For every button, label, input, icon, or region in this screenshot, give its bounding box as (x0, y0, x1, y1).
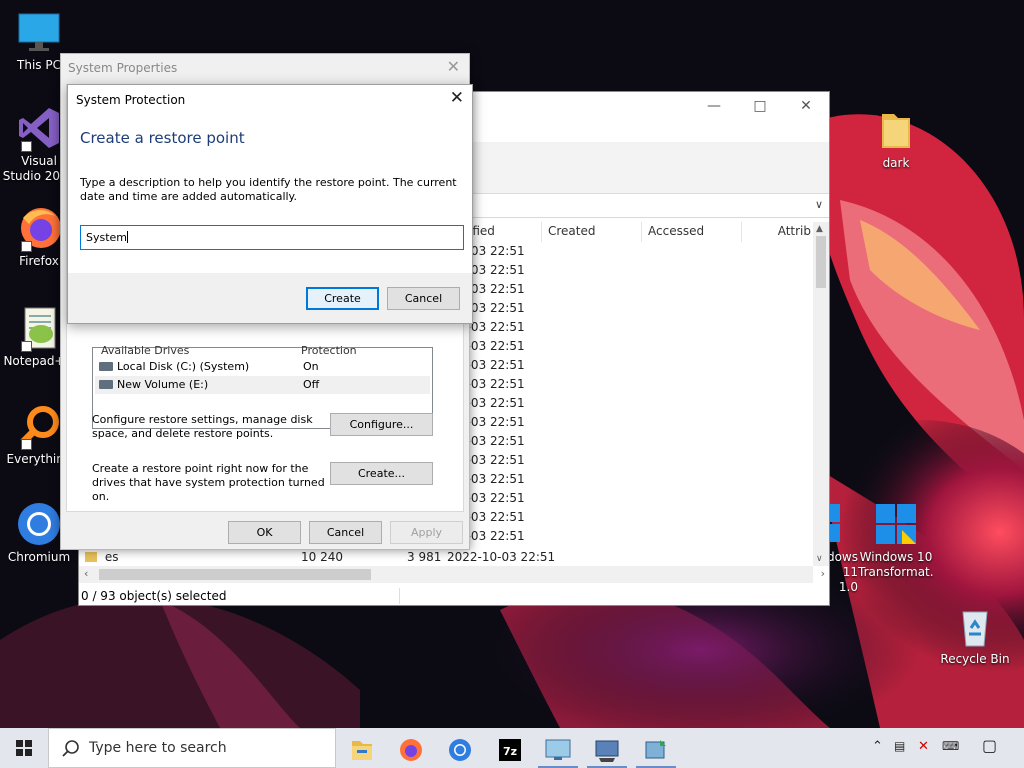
chromium-icon (15, 500, 63, 548)
desktop-icon-dark-folder[interactable]: dark (858, 106, 934, 171)
column-header-attributes[interactable]: Attrib (741, 222, 813, 242)
notepad-plus-plus-icon (15, 304, 63, 352)
windows-logo-icon (872, 500, 920, 548)
file-size: 10 240 (301, 550, 343, 564)
drive-protection: On (303, 360, 319, 373)
scroll-down-icon[interactable]: ∨ (816, 554, 823, 564)
chevron-down-icon[interactable]: ∨ (815, 198, 823, 211)
drive-name: New Volume (E:) (117, 378, 209, 391)
desktop-icon-label: dark (882, 156, 910, 170)
cancel-button[interactable]: Cancel (309, 521, 382, 544)
shortcut-arrow-icon (21, 141, 32, 152)
horizontal-scrollbar[interactable]: ‹ › (79, 566, 825, 583)
notification-icon[interactable]: ▢ (982, 736, 997, 755)
scroll-right-icon[interactable]: › (821, 567, 825, 580)
firefox-icon (15, 204, 63, 252)
keyboard-icon[interactable]: ⌨ (942, 739, 959, 753)
column-header-created[interactable]: Created (541, 222, 641, 242)
search-placeholder: Type here to search (89, 740, 227, 756)
drive-icon (99, 380, 113, 389)
svg-text:7z: 7z (503, 745, 517, 758)
drive-name: Local Disk (C:) (System) (117, 360, 250, 373)
remote-desktop-icon[interactable] (534, 732, 582, 768)
status-bar: 0 / 93 object(s) selected (79, 586, 829, 606)
system-protection-dialog: System Protection ✕ Create a restore poi… (67, 84, 473, 324)
create-button[interactable]: Create (306, 287, 379, 310)
system-properties-icon[interactable] (583, 732, 631, 768)
divider (399, 588, 400, 604)
vertical-scrollbar[interactable]: ▲ ∨ (813, 222, 829, 566)
table-row[interactable]: es (85, 548, 118, 566)
column-header-available-drives: Available Drives (101, 344, 190, 357)
folder-icon (85, 552, 97, 562)
ok-button[interactable]: OK (228, 521, 301, 544)
windows-start-icon (16, 740, 32, 756)
page-title: Create a restore point (80, 129, 245, 147)
firefox-icon[interactable] (386, 732, 434, 768)
everything-search-icon (15, 402, 63, 450)
drive-protection: Off (303, 378, 320, 391)
status-text: 0 / 93 object(s) selected (81, 589, 227, 603)
network-icon[interactable]: ▤ (894, 739, 905, 753)
monitor-icon (15, 8, 63, 56)
desktop-icon-windows-10-transformation[interactable]: Windows 10 Transformat... (858, 500, 934, 580)
shortcut-arrow-icon (21, 341, 32, 352)
scroll-left-icon[interactable]: ‹ (84, 567, 88, 580)
configure-button[interactable]: Configure... (330, 413, 433, 436)
taskbar-search[interactable]: Type here to search (48, 728, 336, 768)
apply-button[interactable]: Apply (390, 521, 463, 544)
dialog-title: System Properties (68, 61, 178, 75)
column-header-protection: Protection (301, 344, 357, 357)
close-icon[interactable]: ✕ (447, 57, 460, 76)
scrollbar-thumb[interactable] (99, 569, 371, 580)
volume-muted-icon[interactable]: ✕ (918, 739, 929, 754)
installer-icon[interactable] (632, 732, 680, 768)
close-icon[interactable]: ✕ (450, 88, 464, 108)
drive-row-e[interactable]: New Volume (E:) Off (95, 376, 430, 394)
column-header-accessed[interactable]: Accessed (641, 222, 741, 242)
configure-description: Configure restore settings, manage disk … (92, 413, 313, 440)
cancel-button[interactable]: Cancel (387, 287, 460, 310)
folder-icon (872, 106, 920, 154)
scroll-up-icon[interactable]: ▲ (816, 224, 823, 234)
visual-studio-icon (15, 104, 63, 152)
restore-point-description-input[interactable]: System (80, 225, 464, 250)
search-icon (62, 740, 79, 757)
shortcut-arrow-icon (21, 439, 32, 450)
dialog-title: System Protection (76, 93, 186, 107)
scrollbar-thumb[interactable] (816, 236, 826, 288)
desktop-icon-label: Chromium (7, 550, 71, 564)
recycle-bin-icon (951, 602, 999, 650)
drive-icon (99, 362, 113, 371)
desktop-icon-label: Recycle Bin (940, 652, 1010, 666)
desktop-icon-recycle-bin[interactable]: Recycle Bin (937, 602, 1013, 667)
text-cursor (127, 231, 129, 243)
dialog-body: System Protection ✕ Create a restore poi… (68, 85, 472, 273)
create-description: Create a restore point right now for the… (92, 462, 325, 503)
chevron-up-icon[interactable]: ⌃ (872, 739, 883, 754)
chromium-icon[interactable] (436, 732, 484, 768)
create-restore-point-button[interactable]: Create... (330, 462, 433, 485)
shortcut-arrow-icon (21, 241, 32, 252)
maximize-icon[interactable]: □ (737, 94, 783, 120)
desktop-icon-label: Windows 10 Transformat... (858, 550, 934, 579)
drive-row-c[interactable]: Local Disk (C:) (System) On (95, 358, 430, 376)
taskbar: Type here to search 7z ⌃ ▤ ✕ ⌨ ▢ (0, 728, 1024, 768)
file-packed-size: 3 981 (407, 550, 442, 564)
start-button[interactable] (0, 728, 48, 768)
input-value: System (86, 231, 128, 244)
minimize-icon[interactable]: — (691, 94, 737, 120)
file-modified: 2022-10-03 22:51 (447, 550, 556, 564)
file-explorer-icon[interactable] (338, 732, 386, 768)
close-icon[interactable]: ✕ (783, 94, 829, 120)
instruction-text: Type a description to help you identify … (80, 176, 457, 203)
7zip-icon[interactable]: 7z (486, 732, 534, 768)
file-name: es (104, 550, 119, 564)
